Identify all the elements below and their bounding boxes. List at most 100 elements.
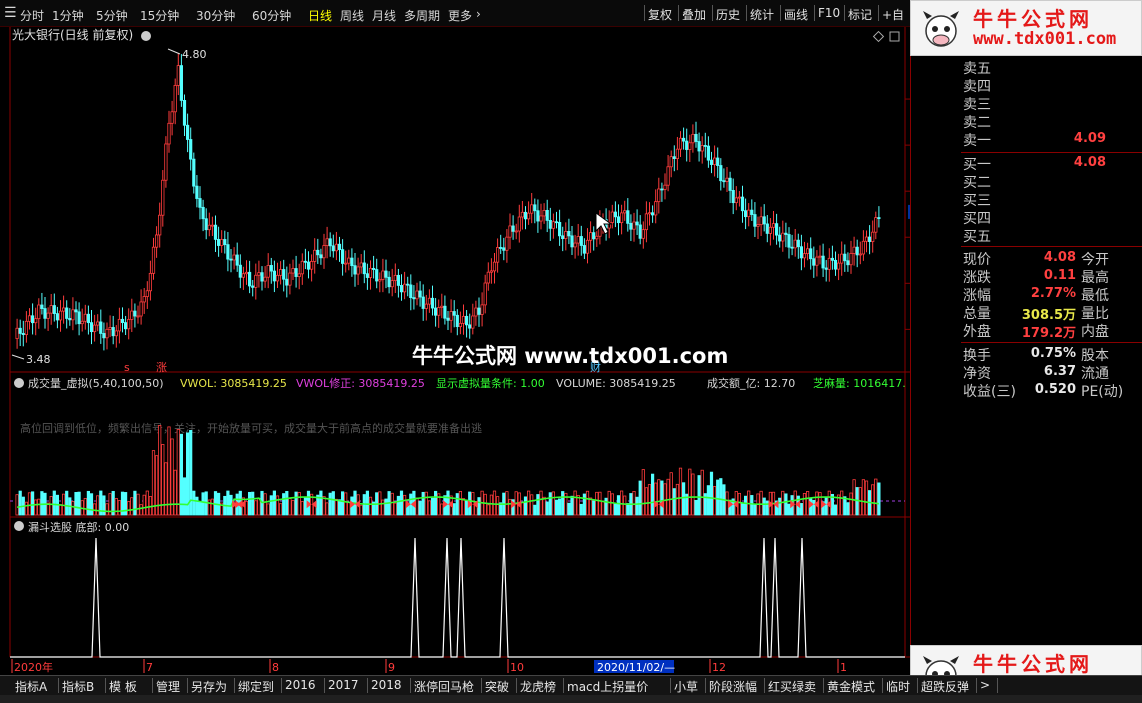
- indicator-tab-1[interactable]: 指标B: [59, 678, 97, 695]
- candle-body: [266, 265, 270, 278]
- candle-body: [858, 253, 862, 256]
- candle-body: [300, 260, 304, 275]
- candle-body: [753, 214, 757, 227]
- indicator-tab-10[interactable]: 突破: [482, 678, 512, 695]
- buy-level-price: 4.08: [1073, 155, 1106, 170]
- candle-body: [179, 65, 183, 101]
- indicator-tab-2[interactable]: 模 板: [106, 678, 140, 695]
- indicator-tab-3[interactable]: 管理: [153, 678, 183, 695]
- quote-value: 179.2万: [1021, 326, 1076, 341]
- candle-body: [437, 307, 441, 316]
- toolbar-button-7[interactable]: +自: [882, 6, 904, 23]
- candle-body: [579, 236, 583, 246]
- volume-bar: [458, 491, 463, 516]
- indicator-tab-16[interactable]: 黄金模式: [824, 678, 878, 695]
- volume-bar: [340, 491, 345, 516]
- period-tab-8[interactable]: 月线: [372, 7, 396, 24]
- candle-body: [251, 285, 255, 288]
- volume-bar: [483, 493, 487, 516]
- period-tab-9[interactable]: 多周期: [404, 7, 440, 24]
- candle-body: [620, 212, 624, 224]
- volume-bar: [626, 503, 630, 516]
- volume-bar: [533, 504, 537, 516]
- toolbar-button-1[interactable]: 叠加: [682, 6, 706, 23]
- toolbar-button-5[interactable]: F10: [818, 6, 840, 20]
- toolbar-button-3[interactable]: 统计: [750, 6, 774, 23]
- toolbar-button-2[interactable]: 历史: [716, 6, 740, 23]
- candle-body: [719, 165, 723, 182]
- volume-bar: [852, 479, 856, 516]
- volume-bar: [495, 496, 500, 516]
- indicator-tab-9[interactable]: 涨停回马枪: [411, 678, 477, 695]
- indicator-tab-13[interactable]: 小草: [671, 678, 701, 695]
- finance-value: 0.520: [1034, 382, 1076, 397]
- quote-value: 2.77%: [1030, 286, 1076, 301]
- candle-body: [297, 273, 301, 277]
- candle-body: [778, 234, 782, 242]
- indicator-tab-15[interactable]: 红买绿卖: [765, 678, 819, 695]
- period-tab-4[interactable]: 30分钟: [196, 7, 235, 24]
- volume-bar: [384, 498, 388, 516]
- toolbar-button-4[interactable]: 画线: [784, 6, 808, 23]
- indicator-tab-14[interactable]: 阶段涨幅: [706, 678, 760, 695]
- period-tab-6[interactable]: 日线: [308, 7, 332, 24]
- period-tab-1[interactable]: 1分钟: [52, 7, 84, 24]
- candle-body: [213, 224, 218, 240]
- indicator-tab-0[interactable]: 指标A: [12, 678, 50, 695]
- period-tab-0[interactable]: 分时: [20, 7, 44, 24]
- funnel-panel-dropdown-icon[interactable]: [14, 521, 24, 531]
- indicator-tab-8[interactable]: 2018: [368, 678, 405, 692]
- candle-body: [263, 276, 267, 282]
- volume-bar: [49, 496, 53, 516]
- candle-body: [430, 297, 435, 309]
- indicator-tab-19[interactable]: >: [977, 678, 993, 692]
- candle-body: [117, 318, 121, 332]
- period-tab-5[interactable]: 60分钟: [252, 7, 291, 24]
- period-tab-7[interactable]: 周线: [340, 7, 364, 24]
- period-tab-2[interactable]: 5分钟: [96, 7, 128, 24]
- more-chevron-icon[interactable]: ›: [476, 7, 481, 21]
- candle-body: [678, 137, 683, 150]
- candle-body: [790, 246, 794, 249]
- toolbar-button-6[interactable]: 标记: [848, 6, 872, 23]
- toolbar-button-0[interactable]: 复权: [648, 6, 672, 23]
- candle-body: [666, 166, 670, 186]
- candle-body: [291, 268, 295, 274]
- indicator-tab-4[interactable]: 另存为: [188, 678, 230, 695]
- candle-body: [207, 224, 211, 231]
- period-tab-3[interactable]: 15分钟: [140, 7, 179, 24]
- indicator-tab-12[interactable]: macd上拐量价: [564, 678, 651, 695]
- candle-body: [62, 307, 66, 312]
- volume-bar: [145, 490, 149, 516]
- stock-title-dropdown-icon[interactable]: [141, 31, 151, 41]
- volume-panel-dropdown-icon[interactable]: [14, 378, 24, 388]
- volume-bar: [319, 490, 323, 516]
- volume-bar: [182, 477, 187, 516]
- indicator-tab-7[interactable]: 2017: [325, 678, 362, 692]
- candle-body: [626, 210, 630, 224]
- candle-body: [784, 232, 788, 235]
- candle-body: [260, 272, 264, 282]
- date-axis-label: 8: [272, 661, 279, 674]
- logo-top: 牛牛公式网 www.tdx001.com: [910, 0, 1142, 56]
- candle-body: [809, 248, 813, 260]
- candle-body: [861, 240, 866, 255]
- indicator-tab-11[interactable]: 龙虎榜: [517, 678, 559, 695]
- period-tab-10[interactable]: 更多: [448, 7, 472, 24]
- quote-label: 涨跌: [963, 270, 991, 286]
- candle-body: [68, 318, 72, 321]
- candle-body: [570, 235, 574, 248]
- menu-icon[interactable]: ☰: [4, 5, 17, 21]
- volume-panel-title: 成交量_虚拟(5,40,100,50): [28, 376, 164, 390]
- indicator-tab-6[interactable]: 2016: [282, 678, 319, 692]
- volume-bar: [604, 497, 608, 516]
- indicator-tab-5[interactable]: 绑定到: [235, 678, 277, 695]
- indicator-tab-17[interactable]: 临时: [883, 678, 913, 695]
- candle-body: [821, 255, 825, 269]
- volume-bar: [158, 425, 162, 516]
- volume-bar: [257, 497, 261, 516]
- candle-body: [415, 290, 419, 300]
- indicator-tab-18[interactable]: 超跌反弹: [918, 678, 972, 695]
- candle-body: [471, 315, 475, 329]
- candle-body: [523, 211, 528, 220]
